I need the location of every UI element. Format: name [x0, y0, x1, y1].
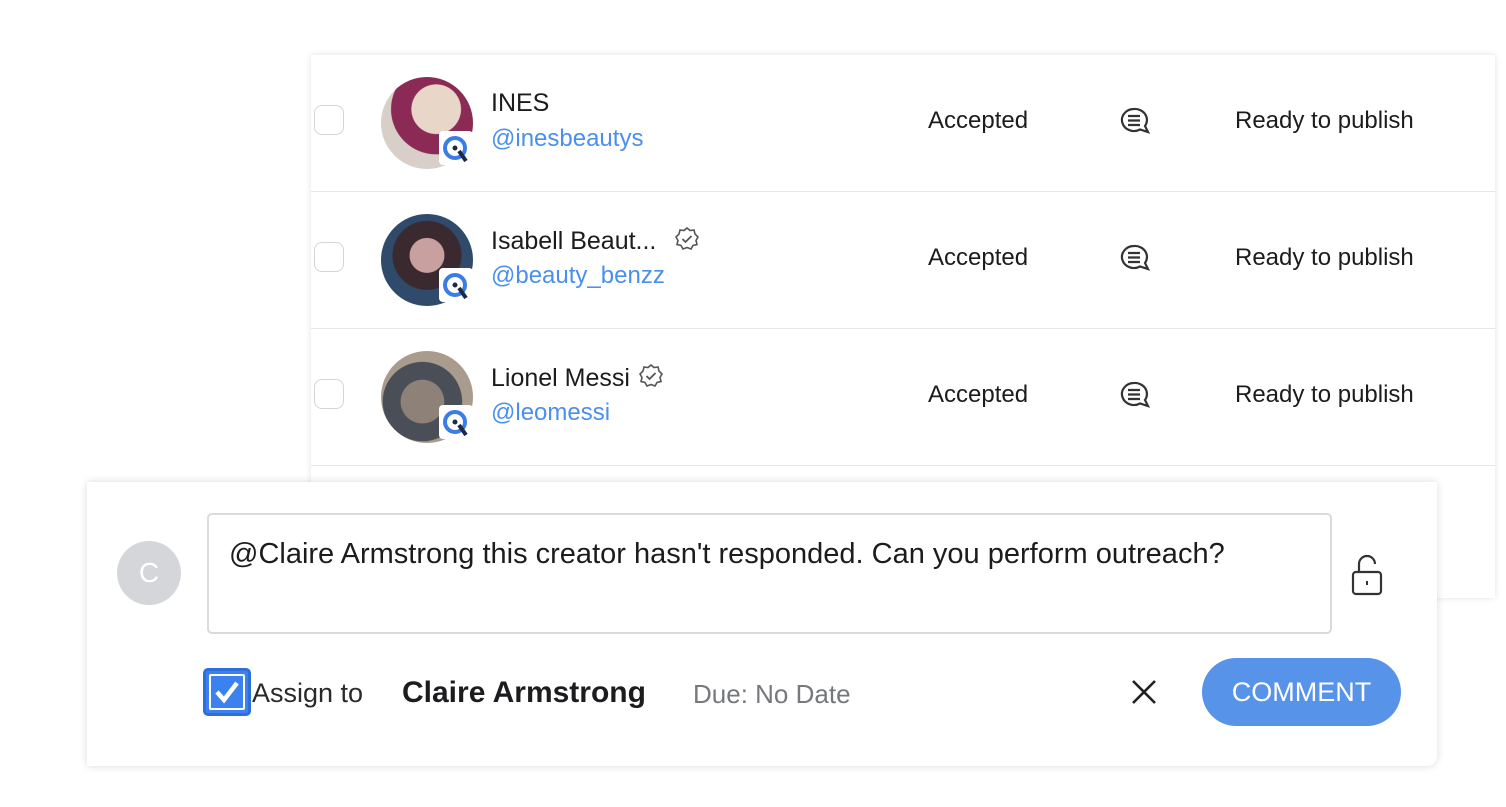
- mention: @Claire Armstrong: [229, 538, 475, 570]
- platform-badge-icon: [439, 405, 473, 439]
- platform-badge-icon: [439, 131, 473, 165]
- creator-name: INES: [491, 89, 550, 117]
- comment-input[interactable]: @Claire Armstrong this creator hasn't re…: [207, 513, 1332, 634]
- verified-icon: [674, 226, 700, 259]
- unlock-icon[interactable]: [1350, 552, 1384, 601]
- stage: Ready to publish: [1235, 381, 1414, 408]
- creator-name: Lionel Messi: [491, 363, 664, 396]
- status: Accepted: [928, 381, 1029, 408]
- comment-icon[interactable]: [1118, 379, 1152, 416]
- creator-name: Isabell Beaut...: [491, 226, 700, 259]
- table-row[interactable]: Lionel Messi @leomessi Accepted Ready to…: [311, 329, 1495, 466]
- table-row[interactable]: Isabell Beaut... @beauty_benzz Accepted …: [311, 192, 1495, 329]
- comment-icon[interactable]: [1118, 242, 1152, 279]
- assign-label: Assign to: [252, 678, 364, 708]
- user-avatar: C: [117, 541, 181, 605]
- status: Accepted: [928, 107, 1029, 134]
- status: Accepted: [928, 244, 1029, 271]
- comment-composer: C @Claire Armstrong this creator hasn't …: [87, 482, 1437, 766]
- creator-name-text: Lionel Messi: [491, 364, 630, 393]
- verified-icon: [638, 363, 664, 396]
- creator-handle[interactable]: @leomessi: [491, 399, 610, 427]
- assignee-select[interactable]: Claire Armstrong: [402, 676, 646, 710]
- row-checkbox[interactable]: [314, 105, 344, 135]
- due-date[interactable]: Due: No Date: [693, 679, 851, 710]
- comment-button[interactable]: COMMENT: [1202, 658, 1401, 726]
- comment-text: this creator hasn't responded. Can you p…: [474, 538, 1225, 570]
- close-icon[interactable]: [1130, 678, 1158, 711]
- assign-checkbox[interactable]: [203, 668, 251, 716]
- platform-badge-icon: [439, 268, 473, 302]
- row-checkbox[interactable]: [314, 242, 344, 272]
- comment-icon[interactable]: [1118, 105, 1152, 142]
- stage: Ready to publish: [1235, 107, 1414, 134]
- row-checkbox[interactable]: [314, 379, 344, 409]
- creator-name-text: Isabell Beaut...: [491, 227, 657, 256]
- creator-handle[interactable]: @beauty_benzz: [491, 262, 665, 290]
- stage: Ready to publish: [1235, 244, 1414, 271]
- creator-handle[interactable]: @inesbeautys: [491, 125, 643, 153]
- table-row[interactable]: INES @inesbeautys Accepted Ready to publ…: [311, 55, 1495, 192]
